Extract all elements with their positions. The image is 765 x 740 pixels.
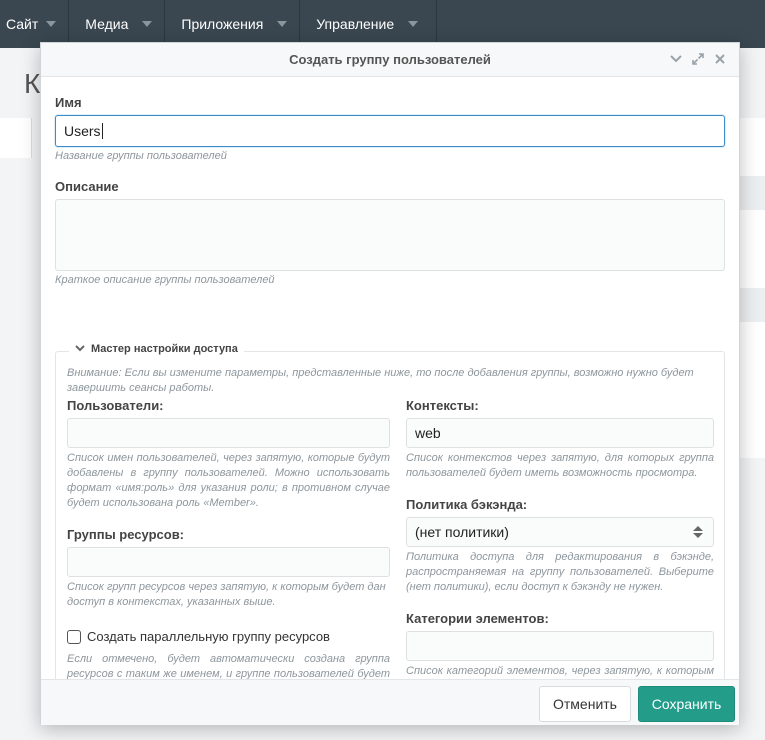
name-hint: Название группы пользователей (55, 150, 227, 162)
nav-item-label: Управление (316, 16, 395, 32)
dialog-title: Создать группу пользователей (289, 52, 491, 67)
close-icon[interactable] (713, 52, 727, 66)
chevron-down-icon (75, 344, 85, 355)
select-arrows-icon (693, 526, 703, 538)
maximize-icon[interactable] (691, 52, 705, 66)
name-input-value: Users (64, 123, 101, 139)
contexts-input[interactable]: web (406, 418, 714, 448)
backend-policy-hint: Политика доступа для редактирования в бэ… (406, 551, 714, 593)
resource-groups-label: Группы ресурсов: (67, 527, 185, 542)
top-navigation: Сайт Медиа Приложения Управление (0, 0, 765, 48)
caret-down-icon (46, 21, 57, 27)
parallel-group-checkbox[interactable] (67, 629, 81, 644)
dialog-header: Создать группу пользователей (41, 43, 739, 77)
users-label: Пользователи: (67, 398, 164, 413)
caret-down-icon (142, 21, 153, 27)
element-categories-label: Категории элементов: (406, 611, 549, 626)
description-textarea[interactable] (55, 199, 725, 271)
parallel-group-row[interactable]: Создать параллельную группу ресурсов (67, 629, 330, 644)
backend-policy-label: Политика бэкэнда: (406, 497, 528, 512)
element-categories-input[interactable] (406, 631, 714, 661)
contexts-label: Контексты: (406, 398, 479, 413)
background-page-title: К (24, 68, 41, 99)
resource-groups-input[interactable] (67, 547, 390, 577)
text-cursor (101, 123, 103, 139)
legend-label: Мастер настройки доступа (91, 343, 238, 355)
users-hint: Список имен пользователей, через запятую… (67, 452, 390, 509)
save-button[interactable]: Сохранить (638, 686, 735, 722)
caret-down-icon (408, 21, 419, 27)
backend-policy-selected: (нет политики) (415, 524, 509, 540)
contexts-hint: Список контекстов через запятую, для кот… (406, 452, 714, 479)
collapse-icon[interactable] (669, 52, 683, 66)
wizard-notice: Внимание: Если вы измените параметры, пр… (67, 367, 694, 394)
create-user-group-dialog: Создать группу пользователей Имя Users Н… (40, 42, 740, 725)
users-input[interactable] (67, 418, 390, 448)
nav-item-manage[interactable]: Управление (300, 0, 438, 48)
description-hint: Краткое описание группы пользователей (55, 274, 275, 286)
resource-groups-hint: Список групп ресурсов через запятую, к к… (67, 581, 386, 608)
nav-item-apps[interactable]: Приложения (165, 0, 301, 48)
backend-policy-select[interactable]: (нет политики) (406, 517, 714, 547)
nav-item-site[interactable]: Сайт (0, 0, 70, 48)
parallel-group-label: Создать параллельную группу ресурсов (87, 629, 330, 644)
access-wizard-legend[interactable]: Мастер настройки доступа (69, 343, 244, 355)
dialog-footer: Отменить Сохранить (41, 679, 739, 725)
nav-item-label: Медиа (85, 16, 129, 32)
dialog-body: Имя Users Название группы пользователей … (41, 78, 739, 706)
nav-item-label: Приложения (181, 16, 264, 32)
background-panel (0, 118, 32, 158)
caret-down-icon (277, 21, 288, 27)
name-input[interactable]: Users (55, 115, 725, 147)
cancel-button[interactable]: Отменить (539, 686, 631, 722)
dialog-header-controls (669, 52, 727, 66)
nav-item-label: Сайт (6, 16, 39, 32)
nav-item-media[interactable]: Медиа (69, 0, 166, 48)
description-label: Описание (55, 179, 119, 194)
name-label: Имя (55, 95, 82, 110)
background-panel-right (740, 118, 765, 458)
